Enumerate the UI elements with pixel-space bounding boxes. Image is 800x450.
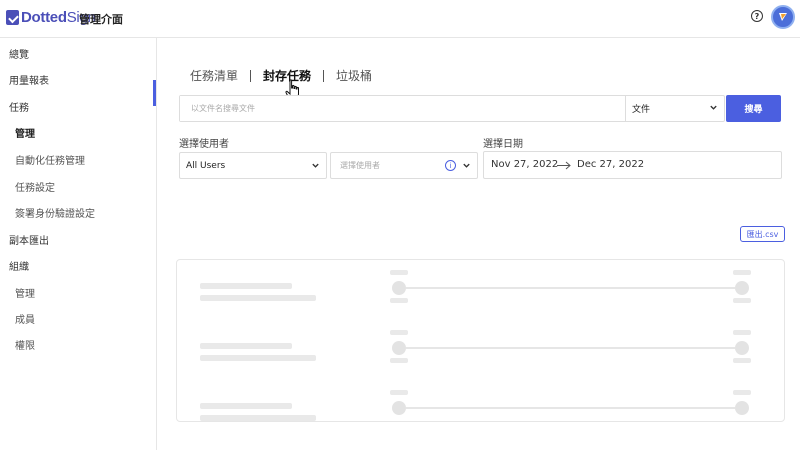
chevron-down-icon <box>312 163 319 168</box>
date-range-picker[interactable]: Nov 27, 2022 Dec 27, 2022 <box>483 151 782 179</box>
skeleton-dot <box>392 401 406 415</box>
skeleton-text <box>200 283 292 289</box>
logo-icon <box>6 10 19 25</box>
skeleton-dot <box>735 401 749 415</box>
skeleton-dot <box>392 281 406 295</box>
arrow-right-icon <box>557 161 571 170</box>
search-type-select[interactable]: 文件 <box>626 96 726 121</box>
skeleton-text <box>200 415 316 421</box>
skeleton-text <box>733 358 751 363</box>
info-icon[interactable]: i <box>445 160 456 171</box>
skeleton-text <box>390 358 408 363</box>
skeleton-text <box>733 390 751 395</box>
user-filter-label: 選擇使用者 <box>179 139 229 150</box>
sidebar-item-task-settings[interactable]: 任務設定 <box>15 179 55 194</box>
skeleton-dot <box>392 341 406 355</box>
date-start[interactable]: Nov 27, 2022 <box>491 159 558 170</box>
sidebar-item-copy-export[interactable]: 副本匯出 <box>9 232 49 247</box>
search-type-value: 文件 <box>632 105 651 115</box>
skeleton-text <box>200 343 292 349</box>
skeleton-progress-line <box>406 287 735 289</box>
skeleton-text <box>390 390 408 395</box>
skeleton-text <box>390 270 408 275</box>
sidebar-item-overview[interactable]: 總覽 <box>9 46 29 61</box>
skeleton-text <box>200 355 316 361</box>
sidebar-item-automation[interactable]: 自動化任務管理 <box>15 152 85 167</box>
skeleton-text <box>390 298 408 303</box>
sidebar-item-signer-auth[interactable]: 簽署身份驗證設定 <box>15 205 95 220</box>
skeleton-dot <box>735 281 749 295</box>
sidebar-item-tasks[interactable]: 任務 <box>9 99 29 114</box>
search-input[interactable] <box>180 96 625 121</box>
user-scope-select[interactable]: All Users <box>179 152 327 179</box>
logo-text-bold: Dotted <box>21 9 67 26</box>
skeleton-text <box>733 270 751 275</box>
export-csv-button[interactable]: 匯出.csv <box>740 226 785 242</box>
chevron-down-icon <box>710 105 717 110</box>
task-tabs: 任務清單 封存任務 垃圾桶 <box>190 67 372 84</box>
avatar-logo-icon <box>779 13 787 21</box>
skeleton-text <box>200 403 292 409</box>
sidebar-item-tasks-manage[interactable]: 管理 <box>15 125 35 140</box>
search-button[interactable]: 搜尋 <box>726 95 781 122</box>
app-title: 管理介面 <box>79 13 123 26</box>
tab-trash[interactable]: 垃圾桶 <box>336 67 372 84</box>
task-list-skeleton <box>176 259 785 422</box>
skeleton-text <box>733 298 751 303</box>
skeleton-text <box>390 330 408 335</box>
skeleton-text <box>733 330 751 335</box>
sidebar-item-org-manage[interactable]: 管理 <box>15 285 35 300</box>
sidebar-item-members[interactable]: 成員 <box>15 311 35 326</box>
help-icon[interactable]: ? <box>751 10 763 22</box>
top-bar: DottedSign 管理介面 ? <box>0 0 800 38</box>
sidebar-item-organization[interactable]: 組織 <box>9 258 29 273</box>
date-end[interactable]: Dec 27, 2022 <box>577 159 644 170</box>
skeleton-progress-line <box>406 347 735 349</box>
sidebar-item-usage-report[interactable]: 用量報表 <box>9 72 49 87</box>
sidebar-active-indicator <box>153 80 156 106</box>
user-select[interactable]: 選擇使用者 i <box>330 152 478 179</box>
skeleton-dot <box>735 341 749 355</box>
skeleton-text <box>200 295 316 301</box>
search-bar: 文件 <box>179 95 725 122</box>
tab-task-list[interactable]: 任務清單 <box>190 67 238 84</box>
user-scope-value: All Users <box>186 160 226 171</box>
sidebar-item-permissions[interactable]: 權限 <box>15 337 35 352</box>
date-filter-label: 選擇日期 <box>483 139 523 150</box>
user-select-placeholder: 選擇使用者 <box>340 161 380 170</box>
chevron-down-icon <box>463 163 470 168</box>
tab-divider <box>250 69 252 82</box>
avatar[interactable] <box>771 5 795 29</box>
sidebar: 總覽 用量報表 任務 管理 自動化任務管理 任務設定 簽署身份驗證設定 副本匯出… <box>0 38 157 450</box>
skeleton-progress-line <box>406 407 735 409</box>
tab-divider <box>323 69 325 82</box>
